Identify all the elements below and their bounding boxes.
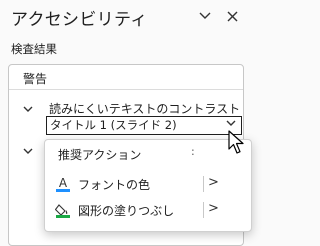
- issue-title[interactable]: 読みにくいテキストのコントラスト: [49, 100, 240, 117]
- menu-header-trailing: :: [191, 145, 195, 158]
- menu-item-shape-fill[interactable]: 図形の塗りつぶし >: [45, 197, 251, 223]
- menu-item-label: 図形の塗りつぶし: [78, 204, 175, 218]
- warnings-header[interactable]: 警告: [9, 65, 243, 90]
- item-expand-chevron[interactable]: [22, 145, 34, 157]
- submenu-arrow-icon[interactable]: >: [208, 201, 219, 216]
- chevron-down-icon[interactable]: [226, 120, 236, 127]
- warnings-header-label: 警告: [23, 72, 48, 86]
- font-color-icon: A: [56, 176, 70, 192]
- menu-header: 推奨アクション: [58, 148, 142, 162]
- close-icon: [227, 11, 237, 21]
- menu-item-divider: [203, 202, 204, 218]
- issue-expand-chevron[interactable]: [22, 103, 34, 115]
- close-button[interactable]: [221, 5, 243, 27]
- svg-text:A: A: [59, 176, 68, 190]
- chevron-down-icon: [199, 12, 211, 19]
- inspection-results-label: 検査結果: [11, 42, 57, 56]
- chevron-down-icon: [23, 106, 33, 112]
- issue-item-selected[interactable]: タイトル 1 (スライド 2): [46, 116, 242, 135]
- recommended-actions-menu: 推奨アクション : A フォントの色 > 図形の塗りつぶし >: [44, 139, 252, 232]
- menu-item-divider: [203, 176, 204, 192]
- mouse-cursor-icon: [228, 130, 244, 154]
- submenu-arrow-icon[interactable]: >: [208, 175, 219, 190]
- font-color-bar: [56, 189, 70, 192]
- menu-item-label: フォントの色: [78, 178, 151, 192]
- fill-color-bar: [56, 215, 70, 218]
- pane-title: アクセシビリティ: [11, 10, 148, 30]
- chevron-down-icon: [23, 148, 33, 154]
- issue-item-label: タイトル 1 (スライド 2): [50, 118, 177, 132]
- pane-options-button[interactable]: [194, 5, 216, 27]
- menu-item-font-color[interactable]: A フォントの色 >: [45, 171, 251, 197]
- shape-fill-icon: [55, 204, 70, 218]
